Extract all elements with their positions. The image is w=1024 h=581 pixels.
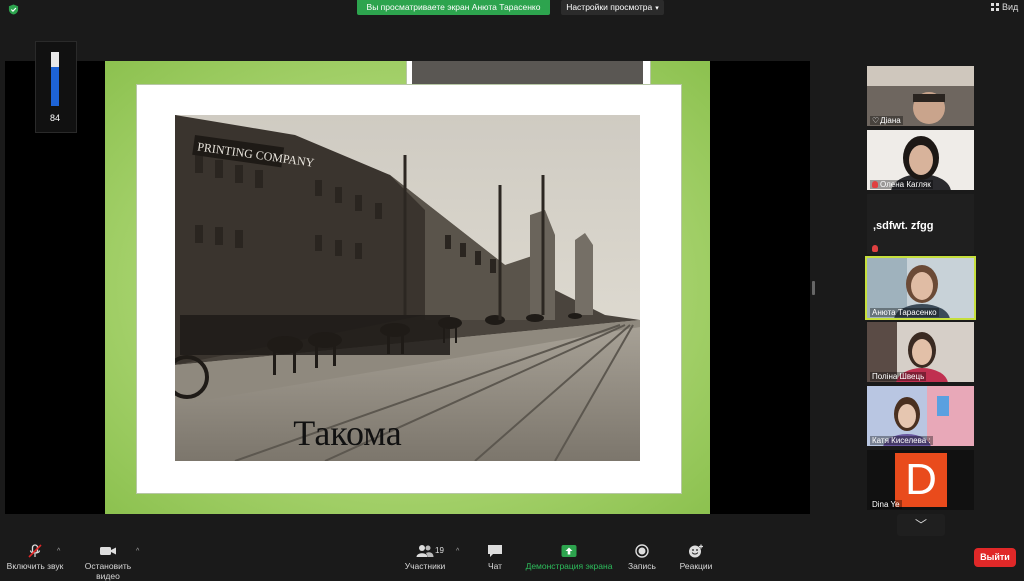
participant-avatar: D [895,453,947,507]
record-button[interactable]: Запись [624,544,660,571]
participant-tile-katya[interactable]: Катя Киселева : [867,386,974,446]
participant-tile-diana[interactable]: ♡Діана [867,66,974,126]
heart-icon: ♡ [872,116,880,125]
audio-options-caret[interactable]: ^ [57,548,60,555]
share-screen-button[interactable]: Демонстрация экрана [524,544,614,571]
scroll-down-button[interactable]: ﹀ [897,514,945,536]
view-button[interactable]: Вид [991,2,1018,12]
participant-tile-olena[interactable]: Олена Кагляк [867,130,974,190]
stop-video-label: Остановить видео [84,561,132,581]
participant-tile-dina[interactable]: D Dina Ye [867,450,974,510]
participant-tile-text[interactable]: ,sdfwt. zfgg [867,194,974,254]
photo-illustration: PRINTING COMPANY [175,115,640,461]
participant-name: Катя Киселева : [870,436,933,445]
participant-name: ♡Діана [870,116,903,125]
record-label: Запись [628,561,656,571]
participant-display-text: ,sdfwt. zfgg [873,220,934,232]
chevron-down-icon: ﹀ [914,518,927,532]
view-settings-label: Настройки просмотра [566,2,653,12]
reactions-label: Реакции [679,561,713,571]
video-options-caret[interactable]: ^ [136,548,139,555]
meeting-toolbar [0,538,1024,576]
share-screen-label: Демонстрация экрана [525,561,613,571]
stop-video-button[interactable]: Остановить видео [72,544,144,581]
participants-count: 19 [435,546,444,555]
leave-meeting-button[interactable]: Выйти [974,548,1016,567]
panel-resize-handle[interactable] [812,281,815,295]
reactions-icon [689,544,703,558]
muted-mic-icon [28,544,42,558]
share-screen-icon [561,545,577,557]
participant-name: Dina Ye [870,500,902,509]
participants-label: Участники [404,561,446,571]
view-button-label: Вид [1002,2,1019,12]
grid-icon [991,3,999,11]
participant-name-label: Діана [880,116,901,125]
participant-name: Поліна Швець [870,372,927,381]
share-banner: Вы просматриваете экран Анюта Тарасенко [357,0,550,15]
tacoma-street-photo: PRINTING COMPANY [175,115,640,461]
muted-mic-icon [872,245,878,252]
shield-icon[interactable] [8,4,19,15]
chat-icon [488,545,502,557]
audio-meter-value: 84 [49,113,60,123]
chat-label: Чат [487,561,503,571]
unmute-label: Включить звук [6,561,64,571]
participant-name: Олена Кагляк [870,180,933,189]
reactions-button[interactable]: Реакции [676,544,716,571]
participant-name [870,244,882,253]
record-icon [635,544,649,558]
muted-mic-icon [872,181,878,188]
participants-icon [416,545,434,557]
audio-meter-fill [51,67,59,106]
chat-button[interactable]: Чат [480,544,510,571]
view-settings-button[interactable]: Настройки просмотра ▾ [561,0,664,15]
participant-tile-polina[interactable]: Поліна Швець [867,322,974,382]
participants-options-caret[interactable]: ^ [456,548,459,555]
participant-name-label: Олена Кагляк [880,180,931,189]
participant-tile-anyuta[interactable]: Анюта Тарасенко [865,256,976,320]
slide-caption: Такома [293,413,402,453]
participant-name: Анюта Тарасенко [870,308,939,317]
chevron-down-icon: ▾ [655,5,659,12]
video-camera-icon [100,547,116,555]
